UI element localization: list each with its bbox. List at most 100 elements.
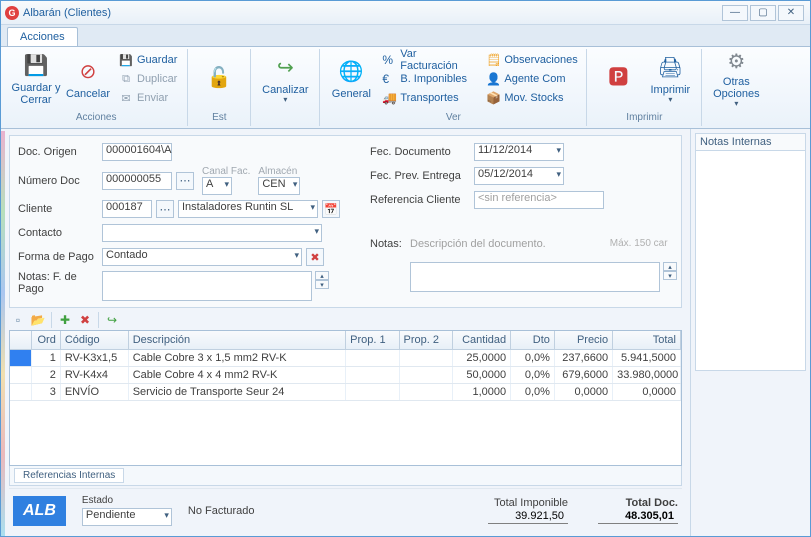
table-row[interactable]: 2RV-K4x4Cable Cobre 4 x 4 mm2 RV-K50,000… [10, 367, 681, 384]
forma-pago-select[interactable]: Contado [102, 248, 302, 266]
num-doc-lookup[interactable]: ⋯ [176, 172, 194, 190]
save-icon: 💾 [22, 52, 50, 80]
canal-fac-label: Canal Fac. [202, 166, 250, 177]
estado-select[interactable]: Pendiente [82, 508, 172, 526]
notas-maxchar: Máx. 150 car [610, 238, 668, 249]
cliente-cod-field[interactable]: 000187 [102, 200, 152, 218]
col-cantidad[interactable]: Cantidad [453, 331, 511, 349]
doc-origen-field[interactable]: 000001604\A [102, 143, 172, 161]
notas-field[interactable] [410, 262, 660, 292]
fec-doc-label: Fec. Documento [370, 146, 470, 158]
gear-icon: ⚙ [722, 49, 750, 74]
cancel-icon: ⊘ [74, 58, 102, 86]
grid-add-button[interactable]: ✚ [56, 312, 74, 328]
cliente-calendar[interactable]: 📅 [322, 200, 340, 218]
cliente-nombre-select[interactable]: Instaladores Runtin SL [178, 200, 318, 218]
col-precio[interactable]: Precio [555, 331, 613, 349]
notas-label: Notas: [370, 238, 406, 250]
col-descripcion[interactable]: Descripción [129, 331, 346, 349]
notas-pago-up[interactable]: ▴ [315, 271, 329, 280]
window-title: Albarán (Clientes) [23, 7, 722, 19]
observaciones-button[interactable]: 🗒Observaciones [482, 51, 580, 69]
total-doc-label: Total Doc. [598, 497, 678, 509]
doc-origen-label: Doc. Origen [18, 146, 98, 158]
table-row[interactable]: 1RV-K3x1,5Cable Cobre 3 x 1,5 mm2 RV-K25… [10, 350, 681, 367]
mov-stocks-button[interactable]: 📦Mov. Stocks [482, 89, 580, 107]
cliente-label: Cliente [18, 203, 98, 215]
forma-pago-label: Forma de Pago [18, 251, 98, 263]
agente-button[interactable]: 👤Agente Com [482, 70, 580, 88]
percent-icon: % [382, 53, 396, 67]
note-icon: 🗒 [486, 53, 500, 67]
notas-up[interactable]: ▴ [663, 262, 677, 271]
bases-imponibles-button[interactable]: €B. Imponibles [378, 70, 480, 88]
close-button[interactable]: ✕ [778, 5, 804, 21]
notas-internas-box[interactable] [695, 151, 806, 371]
total-imponible-label: Total Imponible [488, 497, 568, 509]
notas-pago-label: Notas: F. de Pago [18, 271, 98, 295]
grid-new-button[interactable]: ▫ [9, 312, 27, 328]
user-icon: 👤 [486, 72, 500, 86]
minimize-button[interactable]: — [722, 5, 748, 21]
pdf-icon: 🅿 [604, 64, 632, 92]
left-color-strip [1, 131, 5, 536]
fec-prev-label: Fec. Prev. Entrega [370, 170, 470, 182]
grid-open-button[interactable]: 📂 [29, 312, 47, 328]
forma-pago-clear[interactable]: ✖ [306, 248, 324, 266]
tab-referencias-internas[interactable]: Referencias Internas [14, 468, 124, 483]
col-prop1[interactable]: Prop. 1 [346, 331, 399, 349]
num-doc-label: Número Doc [18, 175, 98, 187]
unlock-button[interactable]: 🔓 [194, 49, 244, 109]
transportes-button[interactable]: 🚚Transportes [378, 89, 480, 107]
num-doc-field[interactable]: 000000055 [102, 172, 172, 190]
col-ord[interactable]: Ord [32, 331, 61, 349]
notas-internas-header: Notas Internas [695, 133, 806, 151]
lines-grid[interactable]: Ord Código Descripción Prop. 1 Prop. 2 C… [9, 330, 682, 466]
estado-label: Estado [82, 495, 172, 506]
save-close-button[interactable]: 💾Guardar y Cerrar [11, 49, 61, 109]
grid-remove-button[interactable]: ✖ [76, 312, 94, 328]
almacen-select[interactable]: CEN [258, 177, 300, 195]
var-facturacion-button[interactable]: %Var Facturación [378, 51, 480, 69]
total-doc-value: 48.305,01 [598, 509, 678, 524]
notas-down[interactable]: ▾ [663, 271, 677, 280]
tab-acciones[interactable]: Acciones [7, 27, 78, 46]
pdf-button[interactable]: 🅿 [593, 49, 643, 109]
table-row[interactable]: 3ENVÍOServicio de Transporte Seur 241,00… [10, 384, 681, 401]
group-acciones-label: Acciones [11, 112, 181, 126]
total-imponible-value: 39.921,50 [488, 509, 568, 524]
fec-prev-field[interactable]: 05/12/2014 [474, 167, 564, 185]
group-imprimir-label: Imprimir [593, 112, 695, 126]
facturado-status: No Facturado [188, 505, 255, 517]
euro-icon: € [382, 72, 396, 86]
copy-icon: ⧉ [119, 72, 133, 86]
truck-icon: 🚚 [382, 91, 396, 105]
almacen-label: Almacén [258, 166, 300, 177]
globe-icon: 🌐 [337, 58, 365, 86]
col-total[interactable]: Total [613, 331, 681, 349]
cancel-button[interactable]: ⊘Cancelar [63, 49, 113, 109]
canal-fac-select[interactable]: A [202, 177, 232, 195]
col-dto[interactable]: Dto [511, 331, 555, 349]
col-codigo[interactable]: Código [61, 331, 129, 349]
save-button[interactable]: 💾Guardar [115, 51, 181, 69]
other-options-button[interactable]: ⚙Otras Opciones▾ [708, 49, 764, 109]
ref-cliente-label: Referencia Cliente [370, 194, 470, 206]
contacto-select[interactable] [102, 224, 322, 242]
fec-doc-field[interactable]: 11/12/2014 [474, 143, 564, 161]
notas-pago-down[interactable]: ▾ [315, 280, 329, 289]
notas-pago-field[interactable] [102, 271, 312, 301]
ref-cliente-field[interactable]: <sin referencia> [474, 191, 604, 209]
disk-icon: 💾 [119, 53, 133, 67]
cliente-lookup[interactable]: ⋯ [156, 200, 174, 218]
send-button[interactable]: ✉Enviar [115, 89, 181, 107]
col-prop2[interactable]: Prop. 2 [400, 331, 453, 349]
duplicate-button[interactable]: ⧉Duplicar [115, 70, 181, 88]
print-button[interactable]: 🖨Imprimir▾ [645, 49, 695, 109]
doc-type-badge: ALB [13, 496, 66, 526]
general-button[interactable]: 🌐General [326, 49, 376, 109]
grid-insert-button[interactable]: ↪ [103, 312, 121, 328]
canalizar-button[interactable]: ↪Canalizar▾ [257, 49, 313, 109]
notas-placeholder: Descripción del documento. [410, 238, 546, 250]
maximize-button[interactable]: ▢ [750, 5, 776, 21]
